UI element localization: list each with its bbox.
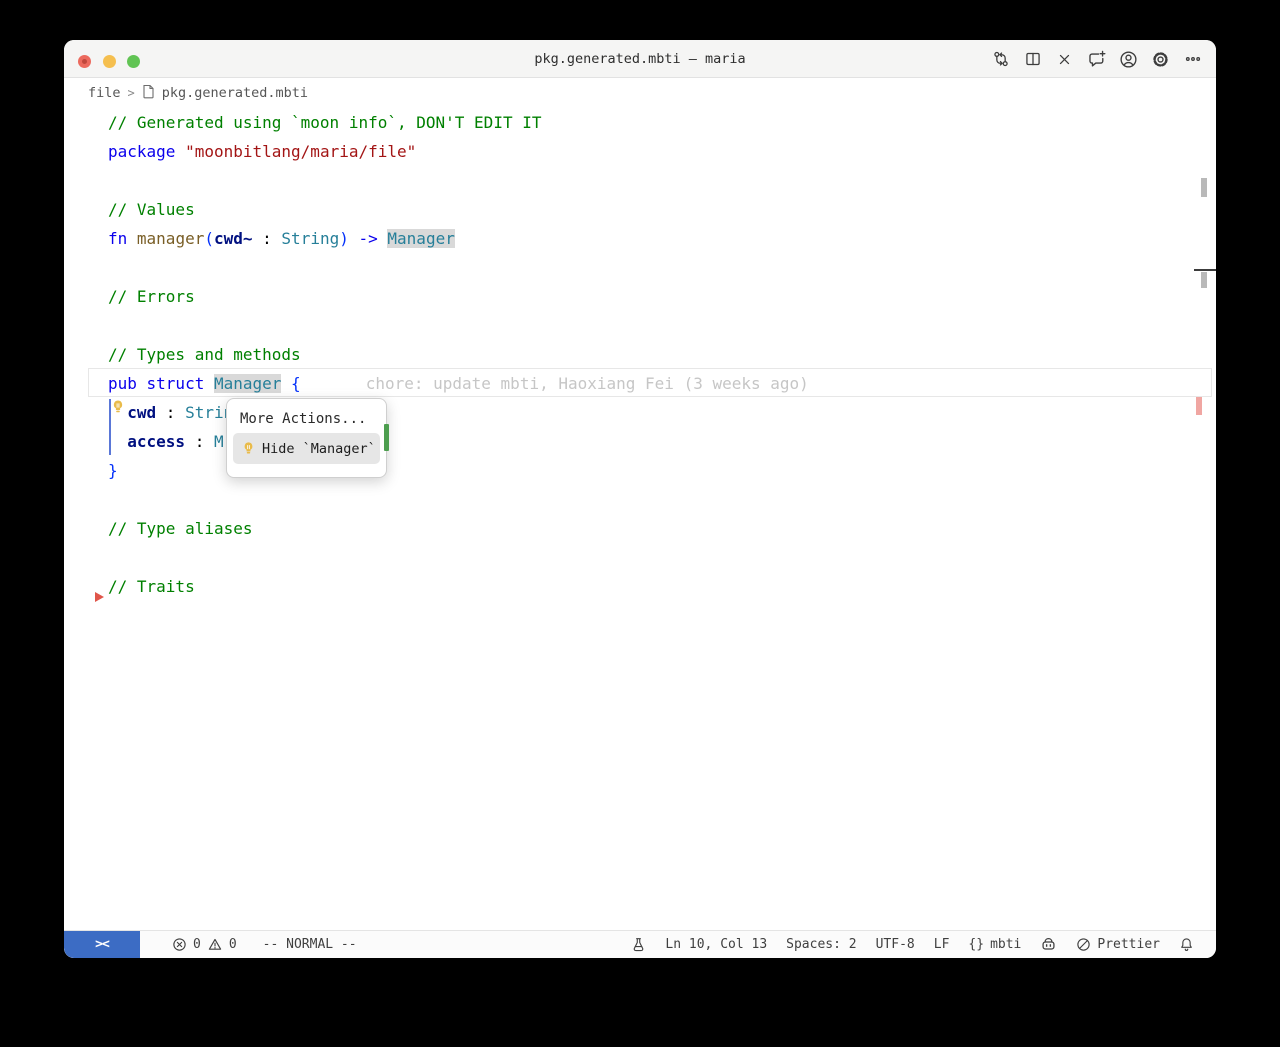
language-indicator[interactable]: {} mbti [968, 937, 1021, 952]
breadcrumb-folder[interactable]: file [88, 85, 121, 101]
quick-fix-popup: More Actions... Hide `Manager` [226, 398, 387, 478]
lightbulb-icon [241, 441, 256, 456]
copilot-icon[interactable] [1040, 936, 1057, 953]
chat-sparkle-icon[interactable] [1087, 50, 1106, 69]
vscode-window: pkg.generated.mbti — maria file > pkg.ge… [64, 40, 1216, 958]
code-line[interactable] [64, 311, 1216, 340]
formatter-label: Prettier [1097, 937, 1160, 952]
lightbulb-icon[interactable] [110, 399, 126, 415]
code-line[interactable]: fn manager(cwd~ : String) -> Manager [64, 224, 1216, 253]
beaker-icon[interactable] [631, 937, 646, 952]
indentation-indicator[interactable]: Spaces: 2 [786, 937, 856, 952]
code-line[interactable]: package "moonbitlang/maria/file" [64, 137, 1216, 166]
settings-gear-icon[interactable] [1151, 50, 1170, 69]
braces-icon: {} [968, 937, 985, 952]
code-line[interactable]: // Type aliases [64, 514, 1216, 543]
circle-slash-icon [1076, 937, 1091, 952]
warning-icon [207, 937, 223, 952]
warning-count: 0 [228, 937, 237, 952]
popup-header: More Actions... [240, 411, 367, 427]
split-editor-icon[interactable] [1023, 50, 1042, 69]
code-line[interactable]: // Traits [64, 572, 1216, 601]
remote-indicator[interactable]: >< [64, 931, 140, 958]
green-change-marker [384, 424, 389, 451]
code-line[interactable]: // Types and methods [64, 340, 1216, 369]
vim-mode-indicator[interactable]: -- NORMAL -- [263, 937, 357, 952]
bell-icon[interactable] [1179, 937, 1194, 952]
statusbar: >< 0 0 -- NORMAL -- Ln 10, Col 13 Spaces… [64, 930, 1216, 958]
chevron-right-icon: > [127, 86, 135, 100]
code-line[interactable]: // Generated using `moon info`, DON'T ED… [64, 108, 1216, 137]
code-area[interactable]: // Generated using `moon info`, DON'T ED… [64, 108, 1216, 601]
code-line[interactable]: // Errors [64, 282, 1216, 311]
code-line[interactable]: pub struct Manager {chore: update mbti, … [64, 369, 1216, 398]
breadcrumb-file[interactable]: pkg.generated.mbti [162, 85, 308, 101]
editor[interactable]: // Generated using `moon info`, DON'T ED… [64, 108, 1216, 930]
popup-item-hide-manager[interactable]: Hide `Manager` [233, 433, 380, 464]
close-editor-icon[interactable] [1055, 50, 1074, 69]
code-line[interactable] [64, 166, 1216, 195]
breadcrumb: file > pkg.generated.mbti [64, 78, 1216, 108]
account-icon[interactable] [1119, 50, 1138, 69]
formatter-indicator[interactable]: Prettier [1076, 937, 1160, 952]
file-icon [142, 84, 155, 103]
eol-indicator[interactable]: LF [934, 937, 950, 952]
titlebar: pkg.generated.mbti — maria [64, 40, 1216, 78]
red-arrow-marker [95, 592, 104, 602]
code-line[interactable] [64, 543, 1216, 572]
more-actions-icon[interactable] [1183, 50, 1202, 69]
code-line[interactable]: // Values [64, 195, 1216, 224]
language-label: mbti [990, 937, 1022, 952]
popup-item-label: Hide `Manager` [262, 440, 376, 457]
error-count: 0 [193, 937, 201, 952]
minimize-window-button[interactable] [103, 55, 116, 68]
problems-indicator[interactable]: 0 0 [172, 937, 237, 952]
titlebar-actions [991, 40, 1202, 78]
zoom-window-button[interactable] [127, 55, 140, 68]
cursor-position[interactable]: Ln 10, Col 13 [665, 937, 767, 952]
encoding-indicator[interactable]: UTF-8 [876, 937, 915, 952]
close-window-button[interactable] [78, 55, 91, 68]
code-line[interactable] [64, 485, 1216, 514]
code-line[interactable] [64, 253, 1216, 282]
error-icon [172, 937, 187, 952]
remote-icon: >< [95, 937, 110, 952]
source-control-graph-icon[interactable] [991, 50, 1010, 69]
